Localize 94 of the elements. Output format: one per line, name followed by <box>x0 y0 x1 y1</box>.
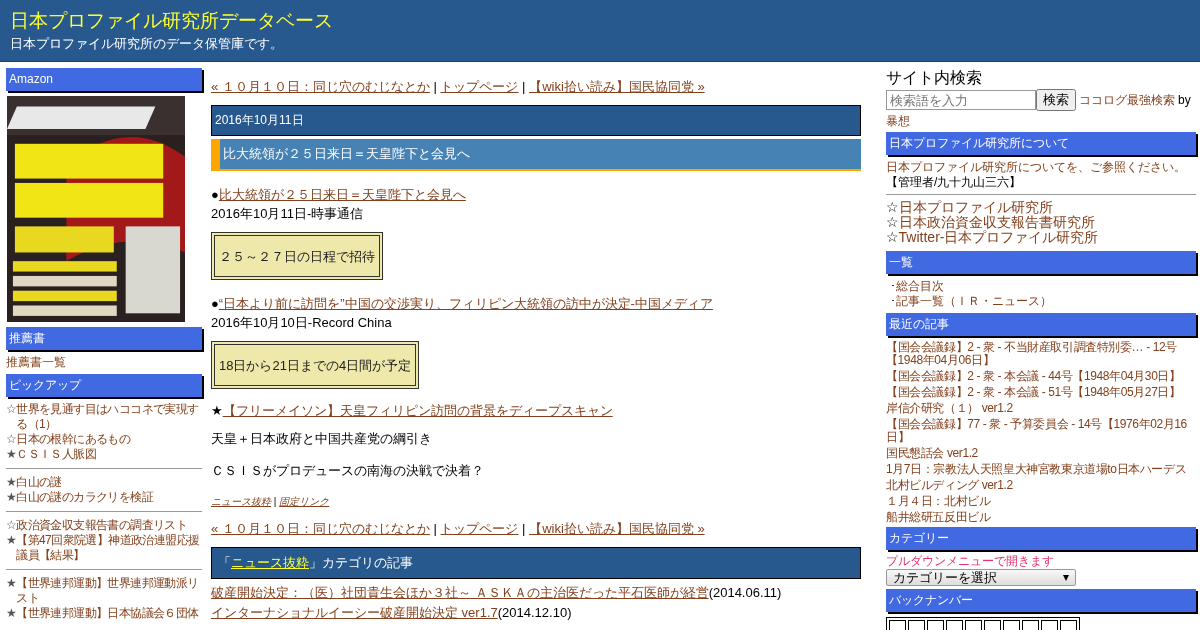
sidebar-link[interactable]: 政治資金収支報告書の調査リスト <box>16 518 188 533</box>
author-link[interactable]: 暴想 <box>886 113 910 130</box>
paragraph: 天皇＋日本政府と中国共産党の綱引き <box>211 431 433 447</box>
next-entry-link[interactable]: 【wiki拾い読み】国民協同党 » <box>529 521 705 536</box>
dropdown-hint: プルダウンメニューで開きます <box>886 555 1055 568</box>
bracket-text: 「 <box>218 555 231 570</box>
star-mark: ★ <box>6 475 17 490</box>
recent-article-link[interactable]: １月４日：北村ビル <box>886 495 1196 508</box>
recent-article-link[interactable]: 【国会会議録】2 - 衆 - 不当財産取引調査特別委… - 12号【1948年04月06日】 <box>886 341 1196 367</box>
search-button[interactable]: 検索 <box>1036 89 1076 111</box>
entry-title: 比大統領が２５日来日＝天皇陛下と会見へ <box>211 139 861 171</box>
sidebar-heading: 推薦書 <box>6 327 202 350</box>
sidebar-link[interactable]: 【世界連邦運動】日本協議会６団体 <box>16 606 199 621</box>
sidebar-heading: Amazon <box>6 68 202 91</box>
about-text: を、ご参照ください。 <box>1066 160 1186 174</box>
sidebar-link[interactable]: 推薦書一覧 <box>6 355 202 369</box>
site-link[interactable]: 日本プロファイル研究所 <box>898 199 1053 215</box>
sidebar-heading: 日本プロファイル研究所について <box>886 132 1196 155</box>
news-link[interactable]: 比大統領が２５日来日＝天皇陛下と会見へ <box>218 187 466 202</box>
about-link[interactable]: 日本プロファイル研究所について <box>886 160 1066 174</box>
news-source: 2016年10月11日-時事通信 <box>211 205 365 223</box>
sidebar-heading: カテゴリー <box>886 527 1196 550</box>
permalink[interactable]: 固定リンク <box>279 496 330 507</box>
site-title[interactable]: 日本プロファイル研究所データベース <box>10 9 1190 33</box>
top-page-link[interactable]: トップページ <box>440 521 519 536</box>
previous-entry-link[interactable]: « １０月１０日：同じ穴のむじなとか <box>211 521 430 536</box>
sidebar-link[interactable]: 【第47回衆院選】神道政治連盟応援議員【結果】 <box>16 533 202 563</box>
next-entry-link[interactable]: 【wiki拾い読み】国民協同党 » <box>529 79 705 94</box>
star-mark: ★ <box>6 533 17 549</box>
search-credit-link[interactable]: ココログ最強検索 <box>1079 91 1175 109</box>
bullet-mark: ･ <box>890 279 896 293</box>
top-page-link[interactable]: トップページ <box>440 79 519 94</box>
article-link[interactable]: インターナショナルイーシー破産開始決定 ver1.7 <box>211 605 498 620</box>
star-mark: ★ <box>6 447 17 462</box>
star-mark: ☆ <box>6 402 17 418</box>
paragraph: ＣＳＩＳがプロデュースの南海の決戦で決着？ <box>211 463 485 479</box>
sidebar-link[interactable]: 日本の根幹にあるもの <box>16 432 131 447</box>
by-text: by <box>1178 93 1191 107</box>
sidebar-heading: 一覧 <box>886 251 1196 274</box>
recent-article-link[interactable]: 岸信介研究（１） ver1.2 <box>886 402 1196 415</box>
star-mark: ★ <box>6 606 17 621</box>
site-link[interactable]: 日本政治資金収支報告書研究所 <box>898 214 1095 230</box>
index-link[interactable]: 記事一覧（ＩＲ・ニュース） <box>896 294 1052 308</box>
sidebar-heading: 最近の記事 <box>886 313 1196 336</box>
separator: | <box>522 79 526 94</box>
separator: | <box>522 521 526 536</box>
site-description: 日本プロファイル研究所のデータ保管庫です。 <box>10 35 284 53</box>
star-mark: ☆ <box>6 432 17 447</box>
sidebar-link[interactable]: 白山の謎 <box>16 475 62 490</box>
recent-article-link[interactable]: 北村ビルディング ver1.2 <box>886 479 1196 492</box>
recent-article-link[interactable]: 【国会会議録】2 - 衆 - 本会議 - 44号【1948年04月30日】 <box>886 370 1196 383</box>
separator: | <box>433 79 437 94</box>
bullet-mark: ● <box>211 187 219 202</box>
search-field[interactable]: 検索語を入力 <box>886 90 1036 110</box>
star-mark: ★ <box>211 403 223 418</box>
quote-box: ２５～２７日の日程で招待 <box>211 232 383 280</box>
separator: | <box>433 521 437 536</box>
index-link[interactable]: 総合目次 <box>896 279 944 293</box>
sidebar-link[interactable]: 世界を見通す目はハココネで実現する（1） <box>16 402 202 432</box>
recent-article-link[interactable]: 【国会会議録】2 - 衆 - 本会議 - 51号【1948年05月27日】 <box>886 386 1196 399</box>
date-header: 2016年10月11日 <box>211 105 861 136</box>
article-link[interactable]: 破産開始決定：（医）社団貴生会ほか３社～ ＡＳＫＡの主治医だった平石医師が経営 <box>211 585 709 600</box>
quote-box: 18日から21日までの4日間が予定 <box>211 341 420 389</box>
recent-article-link[interactable]: 国民懇話会 ver1.2 <box>886 447 1196 460</box>
recent-article-link[interactable]: 1月7日：宗教法人天照皇大神宮教東京道場to日本ハーデス <box>886 463 1196 476</box>
star-mark: ★ <box>6 490 17 505</box>
recent-article-link[interactable]: 船井総研五反田ビル <box>886 511 1196 524</box>
sidebar-link[interactable]: 【世界連邦運動】世界連邦運動派リスト <box>16 576 202 606</box>
category-heading-text: 」カテゴリの記事 <box>309 555 413 570</box>
recent-article-link[interactable]: 【国会会議録】77 - 衆 - 予算委員会 - 14号【1976年02月16日】 <box>886 418 1196 444</box>
category-dropdown[interactable]: カテゴリーを選択 <box>886 569 1076 586</box>
bullet-mark: ･ <box>890 294 896 308</box>
category-link[interactable]: ニュース抜粋 <box>231 555 309 570</box>
star-mark: ☆ <box>886 214 899 230</box>
sidebar-link[interactable]: 白山の謎のカラクリを検証 <box>16 490 153 505</box>
search-heading: サイト内検索 <box>886 69 983 87</box>
star-mark: ☆ <box>886 229 899 245</box>
category-link[interactable]: ニュース抜粋 <box>211 496 271 507</box>
article-date: (2014.12.10) <box>497 605 572 620</box>
site-link[interactable]: Twitter-日本プロファイル研究所 <box>898 229 1099 245</box>
star-mark: ☆ <box>886 199 899 215</box>
previous-entry-link[interactable]: « １０月１０日：同じ穴のむじなとか <box>211 79 430 94</box>
separator: | <box>273 496 277 507</box>
article-link[interactable]: 【フリーメイソン】天皇フィリピン訪問の背景をディープスキャン <box>222 403 613 418</box>
admin-name: 【管理者/九十九山三六】 <box>886 175 1023 189</box>
article-date: (2014.06.11) <box>708 585 782 600</box>
news-source: 2016年10月10日-Record China <box>211 314 393 332</box>
sidebar-link[interactable]: ＣＳＩＳ人脈図 <box>16 447 96 462</box>
news-link[interactable]: “日本より前に訪問を”中国の交渉実り、フィリピン大統領の訪中が決定-中国メディア <box>218 296 713 311</box>
sidebar-heading: ピックアップ <box>6 374 202 397</box>
star-mark: ☆ <box>6 518 17 533</box>
sidebar-heading: バックナンバー <box>886 589 1196 612</box>
bullet-mark: ● <box>211 296 219 311</box>
star-mark: ★ <box>6 576 17 592</box>
